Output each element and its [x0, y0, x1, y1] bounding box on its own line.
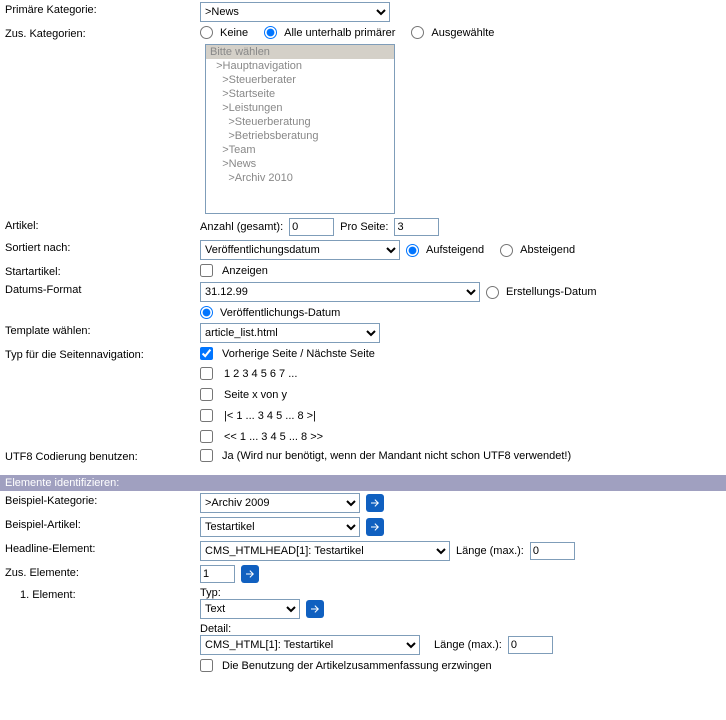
sort-asc-label: Aufsteigend: [426, 244, 484, 256]
article-label: Artikel:: [5, 218, 200, 232]
utf8-label: UTF8 Codierung benutzen:: [5, 449, 200, 463]
additional-elements-count-input[interactable]: [200, 565, 235, 583]
additional-elements-go-button[interactable]: [241, 565, 259, 583]
element-1-detail-select[interactable]: CMS_HTML[1]: Testartikel: [200, 635, 420, 655]
cat-radio-selected-label: Ausgewählte: [431, 27, 494, 39]
nav-prev-next-checkbox[interactable]: [200, 347, 213, 360]
primary-category-select[interactable]: >News: [200, 2, 390, 22]
nav-range1-label: |< 1 ... 3 4 5 ... 8 >|: [224, 410, 316, 422]
list-item[interactable]: Bitte wählen: [206, 45, 394, 59]
cat-radio-none[interactable]: [200, 26, 213, 39]
date-publish-radio[interactable]: [200, 306, 213, 319]
date-create-label: Erstellungs-Datum: [506, 286, 596, 298]
cat-radio-all-below-label: Alle unterhalb primärer: [284, 27, 395, 39]
element-1-detail-label: Detail:: [200, 623, 721, 635]
list-item[interactable]: >Steuerberatung: [206, 115, 394, 129]
date-create-radio[interactable]: [486, 286, 499, 299]
example-article-label: Beispiel-Artikel:: [5, 517, 200, 531]
nav-xofy-checkbox[interactable]: [200, 388, 213, 401]
element-1-length-label: Länge (max.):: [434, 639, 502, 651]
list-item[interactable]: >News: [206, 157, 394, 171]
identify-section-header: Elemente identifizieren:: [0, 475, 726, 491]
headline-element-label: Headline-Element:: [5, 541, 200, 555]
utf8-checkbox[interactable]: [200, 449, 213, 462]
sort-field-select[interactable]: Veröffentlichungsdatum: [200, 240, 400, 260]
primary-category-label: Primäre Kategorie:: [5, 2, 200, 16]
arrow-right-icon: [244, 568, 256, 580]
list-item[interactable]: >Leistungen: [206, 101, 394, 115]
list-item[interactable]: >Archiv 2010: [206, 171, 394, 185]
additional-elements-label: Zus. Elemente:: [5, 565, 200, 579]
arrow-right-icon: [369, 521, 381, 533]
sorted-by-label: Sortiert nach:: [5, 240, 200, 254]
utf8-text: Ja (Wird nur benötigt, wenn der Mandant …: [222, 450, 571, 462]
nav-prev-next-label: Vorherige Seite / Nächste Seite: [222, 348, 375, 360]
category-listbox[interactable]: Bitte wählen >Hauptnavigation >Steuerber…: [205, 44, 395, 214]
headline-element-select[interactable]: CMS_HTMLHEAD[1]: Testartikel: [200, 541, 450, 561]
nav-numbers-label: 1 2 3 4 5 6 7 ...: [224, 368, 297, 380]
headline-length-label: Länge (max.):: [456, 545, 524, 557]
example-article-go-button[interactable]: [366, 518, 384, 536]
element-1-label: 1. Element:: [5, 587, 200, 601]
example-category-go-button[interactable]: [366, 494, 384, 512]
date-publish-label: Veröffentlichungs-Datum: [220, 307, 340, 319]
headline-length-input[interactable]: [530, 542, 575, 560]
date-format-select[interactable]: 31.12.99: [200, 282, 480, 302]
example-article-select[interactable]: Testartikel: [200, 517, 360, 537]
cat-radio-none-label: Keine: [220, 27, 248, 39]
force-summary-checkbox[interactable]: [200, 659, 213, 672]
example-category-label: Beispiel-Kategorie:: [5, 493, 200, 507]
arrow-right-icon: [369, 497, 381, 509]
element-1-type-select[interactable]: Text: [200, 599, 300, 619]
sort-asc-radio[interactable]: [406, 244, 419, 257]
start-article-show-label: Anzeigen: [222, 265, 268, 277]
template-select[interactable]: article_list.html: [200, 323, 380, 343]
date-format-label: Datums-Format: [5, 282, 200, 296]
list-item[interactable]: >Steuerberater: [206, 73, 394, 87]
list-item[interactable]: >Team: [206, 143, 394, 157]
force-summary-label: Die Benutzung der Artikelzusammenfassung…: [222, 660, 492, 672]
list-item[interactable]: >Hauptnavigation: [206, 59, 394, 73]
template-label: Template wählen:: [5, 323, 200, 337]
per-page-label: Pro Seite:: [340, 221, 388, 233]
start-article-checkbox[interactable]: [200, 264, 213, 277]
article-count-input[interactable]: [289, 218, 334, 236]
additional-categories-label: Zus. Kategorien:: [5, 26, 200, 40]
sort-desc-label: Absteigend: [520, 244, 575, 256]
list-item[interactable]: >Betriebsberatung: [206, 129, 394, 143]
list-item[interactable]: >Startseite: [206, 87, 394, 101]
nav-range2-label: << 1 ... 3 4 5 ... 8 >>: [224, 431, 323, 443]
sort-desc-radio[interactable]: [500, 244, 513, 257]
cat-radio-all-below[interactable]: [264, 26, 277, 39]
element-1-type-label: Typ:: [200, 587, 721, 599]
nav-xofy-label: Seite x von y: [224, 389, 287, 401]
nav-type-label: Typ für die Seitennavigation:: [5, 347, 200, 361]
element-1-type-go-button[interactable]: [306, 600, 324, 618]
nav-numbers-checkbox[interactable]: [200, 367, 213, 380]
nav-range2-checkbox[interactable]: [200, 430, 213, 443]
nav-range1-checkbox[interactable]: [200, 409, 213, 422]
count-label: Anzahl (gesamt):: [200, 221, 283, 233]
per-page-input[interactable]: [394, 218, 439, 236]
start-article-label: Startartikel:: [5, 264, 200, 278]
arrow-right-icon: [309, 603, 321, 615]
cat-radio-selected[interactable]: [411, 26, 424, 39]
example-category-select[interactable]: >Archiv 2009: [200, 493, 360, 513]
element-1-length-input[interactable]: [508, 636, 553, 654]
